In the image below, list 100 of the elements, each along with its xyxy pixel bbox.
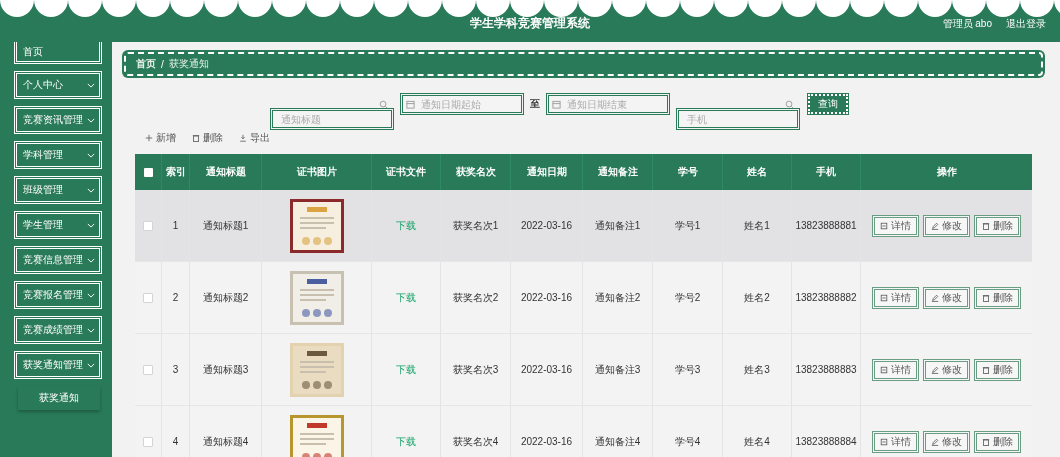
document-icon [880, 293, 888, 302]
table-cell: 通知备注1 [583, 190, 653, 261]
table-cell: 通知标题2 [190, 262, 262, 333]
submenu-item[interactable]: 获奖通知 [18, 386, 100, 410]
app-title: 学生学科竞赛管理系统 [470, 15, 590, 32]
table-cell: 13823888882 [792, 262, 861, 333]
table-cell: 通知备注4 [583, 406, 653, 457]
menu-item[interactable]: 竞赛资讯管理 [14, 106, 102, 134]
table-cell: 获奖名次3 [441, 334, 511, 405]
table-cell: 13823888884 [792, 406, 861, 457]
calendar-icon [405, 99, 415, 109]
trash-icon [982, 293, 990, 302]
chevron-icon [87, 257, 95, 263]
breadcrumb-separator: / [161, 58, 164, 70]
document-icon [880, 437, 888, 446]
edit-button[interactable]: 修改 [923, 358, 970, 381]
edit-button[interactable]: 修改 [923, 286, 970, 309]
delete-button[interactable]: 删除 [974, 214, 1021, 237]
checkbox[interactable] [143, 220, 153, 231]
pencil-icon [931, 293, 939, 302]
chevron-icon [87, 362, 95, 368]
search-icon [378, 99, 388, 109]
calendar-icon [551, 99, 561, 109]
input-field[interactable]: 通知日期结束 [545, 93, 670, 115]
table-cell: 2022-03-16 [511, 262, 583, 333]
table-cell: 学号3 [653, 334, 723, 405]
chevron-icon [87, 327, 95, 333]
download-link[interactable]: 下载 [396, 218, 416, 233]
table-cell: 学号1 [653, 190, 723, 261]
table-cell: 4 [162, 406, 190, 457]
chevron-icon [87, 292, 95, 298]
chevron-icon [87, 222, 95, 228]
input-field[interactable]: 手机 [675, 108, 800, 130]
table-cell: 姓名1 [723, 190, 792, 261]
trash-icon [192, 134, 200, 142]
checkbox[interactable] [143, 436, 153, 447]
pencil-icon [931, 437, 939, 446]
table-cell: 通知标题1 [190, 190, 262, 261]
toolbar-button[interactable]: 导出 [239, 130, 270, 146]
menu-item[interactable]: 首页 [14, 42, 102, 64]
detail-button[interactable]: 详情 [872, 358, 919, 381]
table-cell: 1 [162, 190, 190, 261]
detail-button[interactable]: 详情 [872, 430, 919, 453]
breadcrumb-link[interactable]: 获奖通知 [168, 57, 209, 71]
download-link[interactable]: 下载 [396, 362, 416, 377]
table-cell: 2022-03-16 [511, 406, 583, 457]
trash-icon [982, 437, 990, 446]
table-cell: 姓名3 [723, 334, 792, 405]
range-separator: 至 [529, 97, 540, 111]
chevron-icon [87, 187, 95, 193]
toolbar-button[interactable]: 新增 [145, 130, 176, 146]
table-cell: 13823888881 [792, 190, 861, 261]
download-icon [239, 134, 247, 142]
checkbox[interactable] [143, 292, 153, 303]
delete-button[interactable]: 删除 [974, 286, 1021, 309]
table-cell: 获奖名次4 [441, 406, 511, 457]
menu-item[interactable]: 学生管理 [14, 211, 102, 239]
table-cell: 学号2 [653, 262, 723, 333]
document-icon [880, 221, 888, 230]
table-cell: 通知标题4 [190, 406, 262, 457]
menu-item[interactable]: 个人中心 [14, 71, 102, 99]
edit-button[interactable]: 修改 [923, 214, 970, 237]
pencil-icon [931, 365, 939, 374]
table-cell: 13823888883 [792, 334, 861, 405]
table-cell: 姓名4 [723, 406, 792, 457]
chevron-icon [87, 117, 95, 123]
menu-item[interactable]: 获奖通知管理 [14, 351, 102, 379]
delete-button[interactable]: 删除 [974, 430, 1021, 453]
detail-button[interactable]: 详情 [872, 214, 919, 237]
menu-item[interactable]: 竞赛报名管理 [14, 281, 102, 309]
table-cell: 通知备注2 [583, 262, 653, 333]
document-icon [880, 365, 888, 374]
menu-item[interactable]: 学科管理 [14, 141, 102, 169]
menu-item[interactable]: 班级管理 [14, 176, 102, 204]
input-field[interactable]: 通知标题 [269, 108, 394, 130]
edit-button[interactable]: 修改 [923, 430, 970, 453]
user-label: 管理员 abo [942, 17, 992, 31]
checkbox[interactable] [143, 167, 153, 177]
table-cell: 学号4 [653, 406, 723, 457]
download-link[interactable]: 下载 [396, 434, 416, 449]
delete-button[interactable]: 删除 [974, 358, 1021, 381]
menu-item[interactable]: 竞赛信息管理 [14, 246, 102, 274]
menu-item[interactable]: 竞赛成绩管理 [14, 316, 102, 344]
breadcrumb-link[interactable]: 首页 [136, 57, 156, 71]
table-cell: 通知标题3 [190, 334, 262, 405]
plus-icon [145, 134, 153, 142]
trash-icon [982, 365, 990, 374]
query-button[interactable]: 查询 [807, 94, 848, 114]
download-link[interactable]: 下载 [396, 290, 416, 305]
checkbox[interactable] [143, 364, 153, 375]
column-header: 操作 [935, 165, 958, 179]
table-cell: 2 [162, 262, 190, 333]
table-cell: 3 [162, 334, 190, 405]
input-field[interactable]: 通知日期起始 [399, 93, 524, 115]
logout-link[interactable]: 退出登录 [1006, 17, 1046, 31]
detail-button[interactable]: 详情 [872, 286, 919, 309]
table-cell: 2022-03-16 [511, 334, 583, 405]
chevron-icon [87, 152, 95, 158]
pencil-icon [931, 221, 939, 230]
toolbar-button[interactable]: 删除 [192, 130, 223, 146]
